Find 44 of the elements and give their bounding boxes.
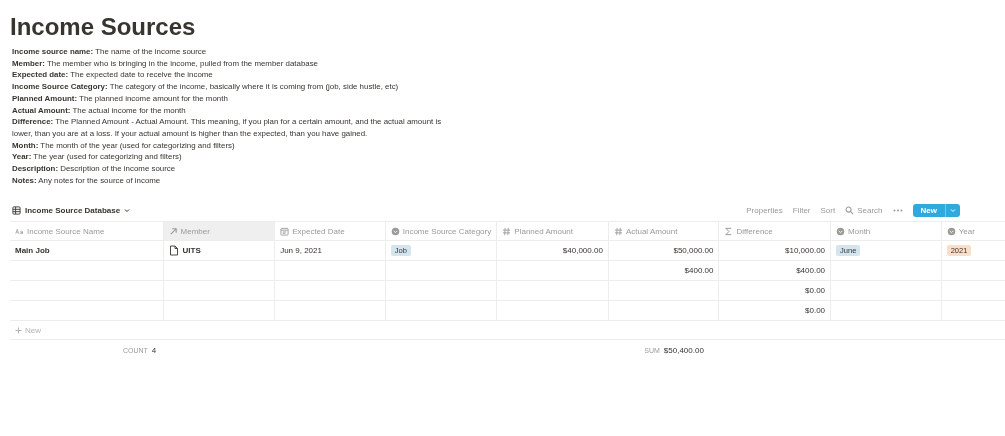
page-link[interactable]: UITS: [182, 246, 201, 256]
column-header[interactable]: Income Source Category: [385, 222, 498, 241]
page-title: Income Sources: [10, 12, 197, 42]
page-icon: [168, 245, 179, 257]
arrow-icon: [168, 226, 178, 236]
database-title[interactable]: Income Source Database: [25, 205, 121, 215]
column-header[interactable]: Year: [941, 222, 1005, 241]
select-icon: [390, 226, 400, 236]
column-header[interactable]: Month: [831, 222, 942, 241]
plus-icon[interactable]: [15, 326, 22, 334]
select-icon: [946, 226, 956, 236]
chevron-down-icon[interactable]: [124, 207, 131, 213]
column-header[interactable]: Actual Amount: [608, 222, 720, 241]
table-icon: [12, 205, 21, 215]
toolbar-button[interactable]: Sort: [820, 205, 836, 215]
table-cell: $40,000.00: [562, 246, 603, 256]
table-cell: $10,000.00: [785, 246, 826, 256]
table-cell: $50,000.00: [673, 246, 714, 256]
table-cell: $400.00: [796, 266, 826, 276]
column-header[interactable]: Income Source Name: [10, 222, 164, 241]
column-header[interactable]: Difference: [719, 222, 832, 241]
text-icon: [15, 226, 24, 236]
toolbar-button[interactable]: Filter: [792, 205, 811, 215]
table-cell: $400.00: [684, 266, 714, 276]
column-header[interactable]: Member: [163, 222, 276, 241]
column-header[interactable]: Planned Amount: [497, 222, 609, 241]
hash-icon: [502, 226, 512, 236]
table-cell: $0.00: [805, 306, 826, 316]
sigma-icon: [724, 226, 734, 236]
calendar-icon: [280, 226, 290, 236]
select-icon: [836, 226, 846, 236]
hash-icon: [613, 226, 623, 236]
more-icon[interactable]: [892, 208, 903, 212]
column-header[interactable]: Expected Date: [275, 222, 386, 241]
search-icon[interactable]: [845, 205, 855, 215]
table-cell: Jun 9, 2021: [280, 246, 322, 256]
toolbar-button[interactable]: Properties: [746, 205, 783, 215]
new-button[interactable]: New: [912, 203, 960, 217]
calculation-value: 4: [151, 345, 157, 355]
search-button[interactable]: Search: [857, 205, 883, 215]
new-row-button[interactable]: New: [25, 325, 41, 335]
table-cell[interactable]: Main Job: [15, 246, 50, 256]
table-cell: $0.00: [805, 286, 826, 296]
calculation-value: $50,400.00: [663, 345, 704, 355]
